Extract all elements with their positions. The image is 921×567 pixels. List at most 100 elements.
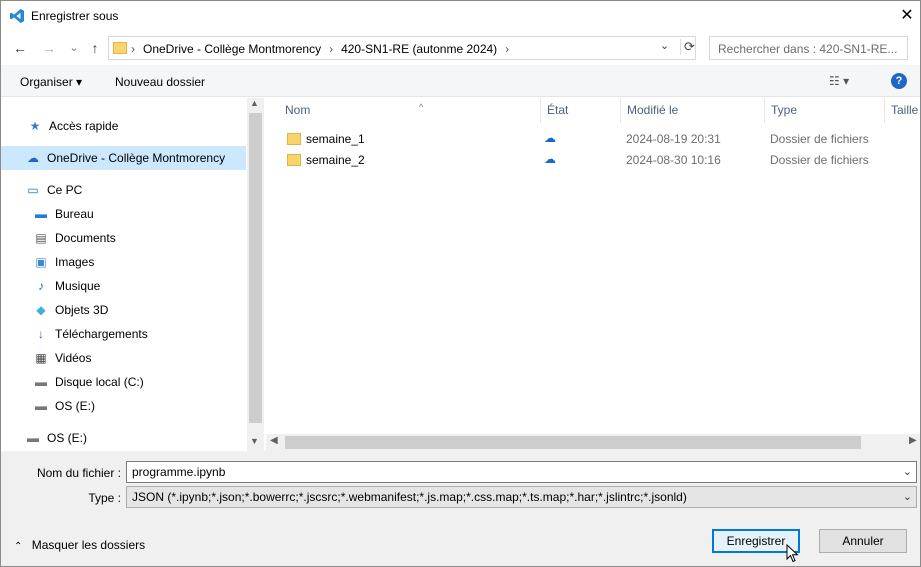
sidebar-item-3d-objects[interactable]: ◆ Objets 3D (1, 298, 246, 322)
organise-button[interactable]: Organiser ▾ (20, 75, 82, 89)
folder-icon (287, 154, 301, 166)
save-as-dialog: Enregistrer sous ✕ ← → ⌄ ↑ › OneDrive - … (0, 0, 921, 567)
scroll-down-icon[interactable]: ▼ (250, 436, 259, 446)
sidebar-item-images[interactable]: ▣ Images (1, 250, 246, 274)
close-icon[interactable]: ✕ (894, 5, 920, 27)
file-modified: 2024-08-30 10:16 (626, 153, 721, 167)
sidebar-scrollbar[interactable]: ▲ ▼ (247, 98, 264, 451)
forward-icon[interactable]: → (40, 39, 58, 57)
file-name: semaine_1 (306, 132, 365, 146)
address-dropdown-icon[interactable]: ⌄ (660, 39, 669, 52)
sidebar-item-label: OneDrive - Collège Montmorency (47, 151, 226, 165)
hide-folders-button[interactable]: ⌃ Masquer les dossiers (14, 538, 145, 552)
help-icon[interactable]: ? (891, 73, 907, 89)
vscode-icon (10, 9, 24, 23)
scroll-left-icon[interactable]: ◀ (270, 435, 278, 446)
save-form: Nom du fichier : programme.ipynb ⌄ Type … (1, 451, 920, 566)
sidebar-item-local-disk[interactable]: ▬ Disque local (C:) (1, 370, 246, 394)
new-folder-button[interactable]: Nouveau dossier (115, 75, 205, 89)
column-label: État (547, 103, 569, 117)
type-dropdown-icon[interactable]: ⌄ (903, 487, 912, 507)
address-bar[interactable]: › OneDrive - Collège Montmorency › 420-S… (108, 36, 696, 60)
title-bar: Enregistrer sous ✕ (1, 1, 920, 32)
cloud-status-icon: ☁ (544, 131, 556, 145)
breadcrumb-separator[interactable]: › (505, 42, 509, 56)
sidebar-item-os-drive[interactable]: ▬ OS (E:) (1, 394, 246, 418)
scrollbar-thumb[interactable] (249, 113, 262, 423)
horizontal-scrollbar[interactable]: ◀ ▶ (266, 434, 920, 451)
star-icon: ★ (29, 119, 41, 133)
file-row[interactable]: semaine_2 ☁ 2024-08-30 10:16 Dossier de … (266, 150, 920, 171)
sidebar-item-downloads[interactable]: ↓ Téléchargements (1, 322, 246, 346)
folder-icon (113, 42, 127, 54)
sidebar-item-label: Téléchargements (55, 327, 148, 341)
sidebar-item-label: OS (E:) (55, 399, 96, 413)
sidebar-item-label: Musique (55, 279, 101, 293)
breadcrumb: › OneDrive - Collège Montmorency › 420-S… (131, 42, 509, 56)
filename-dropdown-icon[interactable]: ⌄ (903, 462, 912, 482)
sidebar-item-label: OS (E:) (47, 431, 88, 445)
file-modified: 2024-08-19 20:31 (626, 132, 721, 146)
document-icon: ▤ (35, 231, 47, 245)
sidebar-item-videos[interactable]: ▦ Vidéos (1, 346, 246, 370)
file-type: Dossier de fichiers (770, 153, 869, 167)
sort-arrow-icon: ^ (419, 102, 424, 112)
filename-value: programme.ipynb (132, 465, 226, 479)
file-list: Nom ^ État Modifié le Type Taille semain… (266, 98, 920, 434)
column-header-modified[interactable]: Modifié le (621, 98, 765, 123)
scroll-up-icon[interactable]: ▲ (250, 98, 259, 108)
recent-locations-icon[interactable]: ⌄ (65, 39, 83, 57)
folder-icon (287, 133, 301, 145)
sidebar-item-label: Vidéos (55, 351, 92, 365)
type-value: JSON (*.ipynb;*.json;*.bowerrc;*.jscsrc;… (132, 490, 687, 504)
refresh-icon[interactable]: ⟳ (680, 39, 695, 55)
sidebar-item-quick-access[interactable]: ★ Accès rapide (1, 114, 246, 138)
hide-folders-label: Masquer les dossiers (31, 538, 146, 552)
file-row[interactable]: semaine_1 ☁ 2024-08-19 20:31 Dossier de … (266, 129, 920, 150)
column-header-size[interactable]: Taille (885, 98, 920, 123)
sidebar-item-label: Objets 3D (55, 303, 109, 317)
sidebar-item-label: Images (55, 255, 95, 269)
navigation-bar: ← → ⌄ ↑ › OneDrive - Collège Montmorency… (1, 32, 920, 65)
sidebar-item-desktop[interactable]: ▬ Bureau (1, 202, 246, 226)
column-header-name[interactable]: Nom ^ (279, 98, 541, 123)
type-select[interactable]: JSON (*.ipynb;*.json;*.bowerrc;*.jscsrc;… (126, 486, 917, 508)
type-label: Type : (88, 491, 121, 505)
column-label: Taille (891, 103, 919, 117)
view-options-icon[interactable]: ☷ ▾ (829, 74, 849, 88)
image-icon: ▣ (35, 255, 47, 269)
breadcrumb-separator: › (329, 42, 334, 56)
drive-icon: ▬ (27, 431, 39, 445)
search-input[interactable]: Rechercher dans : 420-SN1-RE... (709, 36, 908, 60)
scrollbar-thumb[interactable] (285, 436, 861, 449)
navigation-pane: ★ Accès rapide ☁ OneDrive - Collège Mont… (1, 98, 247, 451)
desktop-icon: ▬ (35, 207, 47, 221)
scroll-right-icon[interactable]: ▶ (909, 435, 917, 446)
sidebar-item-label: Disque local (C:) (55, 375, 144, 389)
sidebar-item-documents[interactable]: ▤ Documents (1, 226, 246, 250)
drive-icon: ▬ (35, 375, 47, 389)
breadcrumb-onedrive[interactable]: OneDrive - Collège Montmorency (143, 42, 321, 56)
back-icon[interactable]: ← (11, 39, 29, 57)
toolbar: Organiser ▾ Nouveau dossier ☷ ▾ ? (1, 65, 920, 97)
cancel-button[interactable]: Annuler (819, 529, 907, 553)
sidebar-item-onedrive[interactable]: ☁ OneDrive - Collège Montmorency (1, 146, 246, 170)
column-header-status[interactable]: État (541, 98, 621, 123)
breadcrumb-course[interactable]: 420-SN1-RE (autonme 2024) (341, 42, 497, 56)
breadcrumb-separator: › (131, 42, 135, 56)
filename-label: Nom du fichier : (36, 466, 121, 480)
column-label: Nom (285, 103, 311, 117)
column-header-type[interactable]: Type (765, 98, 885, 123)
sidebar-item-os-drive-root[interactable]: ▬ OS (E:) (1, 426, 246, 450)
download-icon: ↓ (38, 327, 44, 341)
sidebar-item-label: Accès rapide (49, 119, 119, 133)
up-icon[interactable]: ↑ (86, 39, 104, 57)
filename-field[interactable]: programme.ipynb ⌄ (126, 461, 917, 483)
film-icon: ▦ (35, 351, 47, 365)
chevron-up-icon: ⌃ (14, 541, 23, 552)
sidebar-item-this-pc[interactable]: ▭ Ce PC (1, 178, 246, 202)
file-name: semaine_2 (306, 153, 365, 167)
mouse-cursor-icon (786, 544, 799, 563)
cloud-status-icon: ☁ (544, 152, 556, 166)
sidebar-item-music[interactable]: ♪ Musique (1, 274, 246, 298)
